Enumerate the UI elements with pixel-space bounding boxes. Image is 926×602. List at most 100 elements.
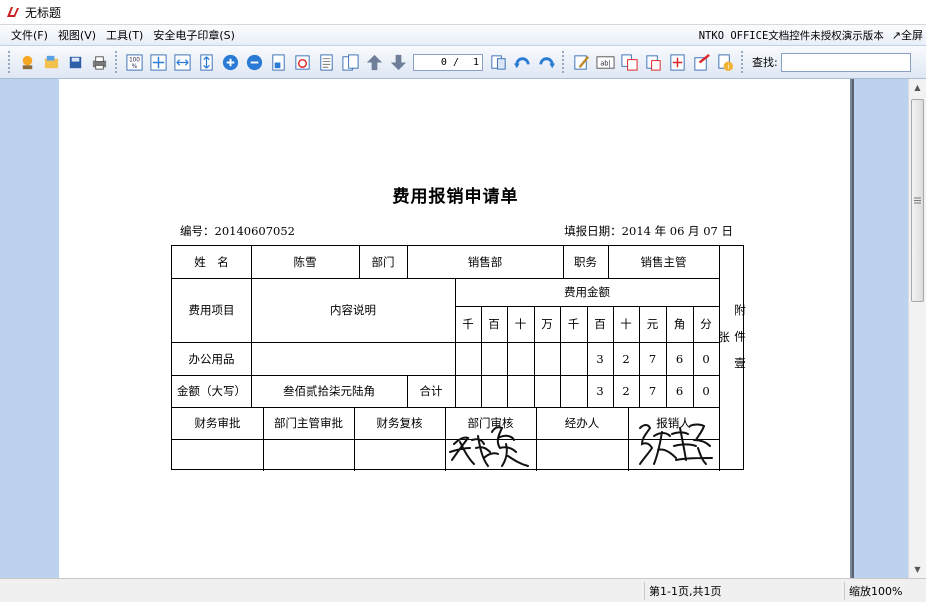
page-info: 第1-1页,共1页	[644, 582, 844, 600]
find-input[interactable]	[780, 52, 911, 72]
row-digit: 3	[596, 351, 604, 366]
expense-item-office: 办公用品	[188, 351, 235, 366]
document-workspace[interactable]: 费用报销申请单 编号：20140607052 填报日期：2014 年 06 月 …	[0, 79, 908, 578]
sum-label: 合计	[419, 384, 443, 398]
name-label: 姓 名	[194, 255, 229, 269]
digit-header: 十	[514, 317, 527, 331]
zoom-100-icon[interactable]: 100%	[123, 51, 145, 73]
finance-review-label: 财务复核	[376, 416, 423, 430]
svg-text:%: %	[131, 64, 137, 70]
digit-header: 千	[462, 317, 474, 331]
menu-file[interactable]: 文件(F)	[6, 27, 53, 43]
handler-label: 经办人	[564, 416, 600, 430]
sign-icon[interactable]	[690, 51, 712, 73]
document-info-icon[interactable]: i	[714, 51, 736, 73]
row-digit: 6	[675, 351, 684, 366]
total-digit: 0	[702, 384, 710, 398]
license-notice: NTKO OFFICE文档控件未授权演示版本	[698, 29, 884, 42]
next-page-icon[interactable]	[387, 51, 409, 73]
svg-text:ab|: ab|	[600, 59, 611, 67]
expense-item-header: 费用项目	[188, 303, 235, 317]
previous-page-icon[interactable]	[363, 51, 385, 73]
app-logo-icon	[5, 4, 21, 20]
scroll-down-icon[interactable]: ▼	[909, 561, 926, 578]
fit-page-icon[interactable]	[147, 51, 169, 73]
finance-approval-label: 财务审批	[194, 416, 241, 430]
print-icon[interactable]	[88, 51, 110, 73]
toolbar: 100% 0 / 1 ab| i 查找:	[0, 46, 926, 79]
row-digit: 7	[648, 351, 657, 366]
toolbar-grip-4[interactable]	[741, 51, 744, 73]
digit-header: 分	[700, 317, 712, 331]
digit-header: 元	[646, 317, 659, 331]
vertical-scrollbar[interactable]: ▲ ▼	[908, 79, 926, 578]
menu-view[interactable]: 视图(V)	[53, 27, 101, 43]
rotate-right-icon[interactable]	[535, 51, 557, 73]
department-review-signature	[449, 426, 529, 467]
row-digit: 0	[702, 351, 710, 366]
zoom-in-icon[interactable]	[219, 51, 241, 73]
total-digit: 7	[648, 384, 657, 398]
document-view-icon[interactable]	[315, 51, 337, 73]
text-field-icon[interactable]: ab|	[594, 51, 616, 73]
rotate-left-icon[interactable]	[511, 51, 533, 73]
single-page-icon[interactable]	[267, 51, 289, 73]
applicant-signature	[639, 423, 713, 465]
document-page: 费用报销申请单 编号：20140607052 填报日期：2014 年 06 月 …	[59, 79, 852, 578]
new-document-icon[interactable]	[16, 51, 38, 73]
content-header: 内容说明	[330, 303, 376, 317]
zoom-level: 缩放100%	[844, 582, 926, 600]
window-title: 无标题	[25, 5, 62, 20]
document-title: 费用报销申请单	[392, 187, 519, 207]
position-value: 销售主管	[640, 255, 687, 269]
edit-icon[interactable]	[570, 51, 592, 73]
total-digit: 6	[675, 384, 684, 398]
total-amount-label: 金额（大写）	[177, 384, 246, 398]
toolbar-grip-3[interactable]	[562, 51, 565, 73]
reimbursement-form-table: 姓 名 陈雪 部门 销售部 职务 销售主管 附件壹张 费用项目 内容说明 费用金…	[171, 245, 747, 471]
paste-icon[interactable]	[642, 51, 664, 73]
toolbar-grip-2[interactable]	[115, 51, 118, 73]
zoom-out-icon[interactable]	[243, 51, 265, 73]
position-label: 职务	[574, 255, 597, 269]
title-bar: 无标题	[0, 0, 926, 25]
document-number: 编号：20140607052	[180, 224, 295, 238]
copy-icon[interactable]	[618, 51, 640, 73]
scroll-thumb[interactable]	[911, 99, 924, 302]
fit-height-icon[interactable]	[195, 51, 217, 73]
toolbar-grip[interactable]	[8, 51, 11, 73]
save-icon[interactable]	[64, 51, 86, 73]
svg-text:100: 100	[129, 57, 140, 63]
digit-header: 百	[488, 317, 500, 331]
seal-view-icon[interactable]	[291, 51, 313, 73]
digit-header: 十	[620, 317, 632, 331]
amount-header: 费用金额	[564, 285, 610, 299]
fit-width-icon[interactable]	[171, 51, 193, 73]
menu-seal[interactable]: 安全电子印章(S)	[148, 27, 240, 43]
menu-tools[interactable]: 工具(T)	[101, 27, 148, 43]
go-page-icon[interactable]	[487, 51, 509, 73]
digit-header: 万	[541, 317, 553, 331]
fullscreen-button[interactable]: ↗全屏	[892, 27, 926, 43]
digit-header: 角	[673, 317, 686, 331]
attachment-count: 附件壹张	[717, 304, 747, 384]
svg-text:i: i	[727, 63, 729, 71]
department-value: 销售部	[467, 255, 503, 269]
manager-approval-label: 部门主管审批	[274, 416, 343, 430]
document-date: 填报日期：2014 年 06 月 07 日	[564, 224, 733, 238]
open-document-icon[interactable]	[40, 51, 62, 73]
page-total: 1	[472, 56, 479, 68]
page-current: 0 /	[440, 56, 459, 68]
digit-header: 百	[594, 317, 606, 331]
menu-bar: 文件(F) 视图(V) 工具(T) 安全电子印章(S) NTKO OFFICE文…	[0, 25, 926, 46]
scroll-up-icon[interactable]: ▲	[909, 79, 926, 96]
digit-header: 千	[567, 317, 580, 331]
name-value: 陈雪	[293, 255, 317, 269]
department-label: 部门	[371, 255, 395, 269]
total-amount-words: 叁佰贰拾柒元陆角	[283, 384, 375, 398]
row-digit: 2	[622, 351, 630, 366]
page-number-input[interactable]: 0 / 1	[413, 53, 483, 71]
status-bar: 第1-1页,共1页 缩放100%	[0, 578, 926, 602]
insert-page-icon[interactable]	[666, 51, 688, 73]
two-page-icon[interactable]	[339, 51, 361, 73]
